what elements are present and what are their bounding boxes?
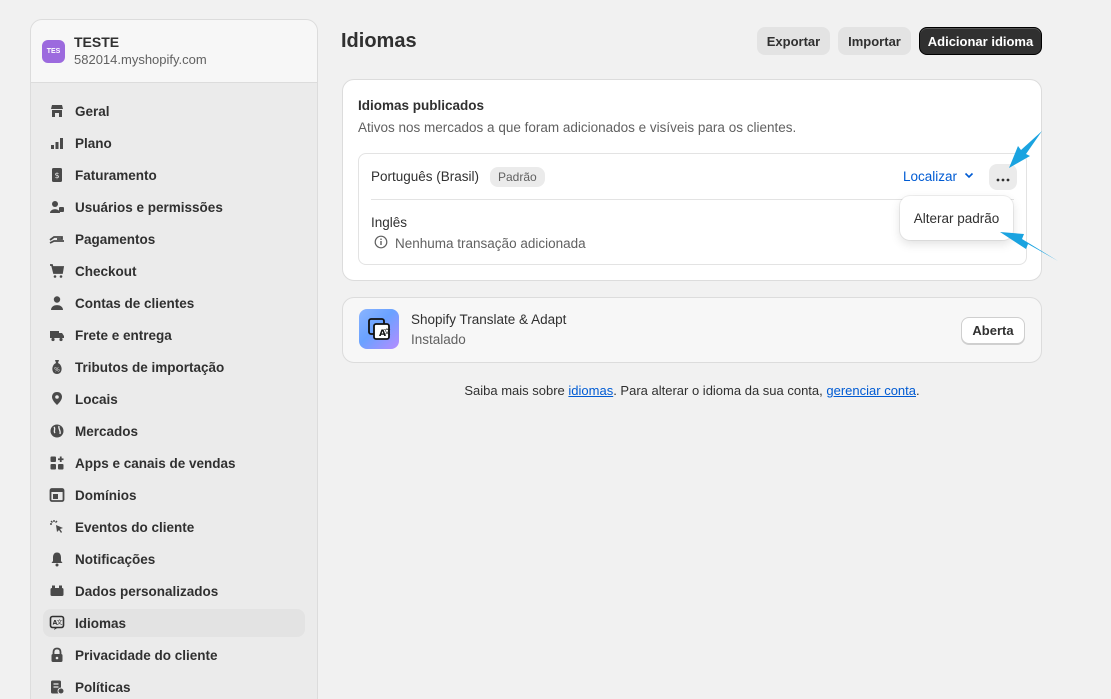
domain-window-icon [49,487,65,503]
translate-app-icon: A文 [359,309,399,349]
sidebar-item-plano[interactable]: Plano [43,129,305,157]
sidebar-item-tributos[interactable]: % Tributos de importação [43,353,305,381]
data-box-icon [49,583,65,599]
sidebar-item-locais[interactable]: Locais [43,385,305,413]
change-default-menu-item[interactable]: Alterar padrão [914,211,1000,226]
card-title: Idiomas publicados [358,98,485,113]
settings-nav: Geral Plano $ Faturamento Usuários e per… [31,83,317,699]
language-warning: Nenhuma transação adicionada [374,235,586,252]
users-icon [49,199,65,215]
open-app-button[interactable]: Aberta [961,317,1025,344]
published-languages-card: Idiomas publicados Ativos nos mercados a… [342,79,1042,281]
sidebar-item-mercados[interactable]: Mercados [43,417,305,445]
sidebar-item-contas[interactable]: Contas de clientes [43,289,305,317]
sidebar-item-apps[interactable]: Apps e canais de vendas [43,449,305,477]
sidebar-item-checkout[interactable]: Checkout [43,257,305,285]
language-name: Inglês [371,215,408,230]
sidebar-item-label: Mercados [75,423,139,439]
localize-label: Localizar [903,169,958,184]
sidebar-item-label: Faturamento [75,167,157,183]
export-button[interactable]: Exportar [757,27,830,55]
sidebar-item-faturamento[interactable]: $ Faturamento [43,161,305,189]
svg-text:%: % [54,367,60,374]
sidebar-item-label: Geral [75,103,110,119]
sidebar-item-label: Locais [75,391,118,407]
languages-help-link[interactable]: idiomas [568,383,613,398]
sidebar-item-label: Dados personalizados [75,583,219,599]
store-icon [49,103,65,119]
app-status: Instalado [411,332,466,347]
sidebar-item-geral[interactable]: Geral [43,97,305,125]
sidebar-item-usuarios[interactable]: Usuários e permissões [43,193,305,221]
apps-grid-icon [49,455,65,471]
sidebar-item-idiomas[interactable]: A文 Idiomas [43,609,305,637]
import-button[interactable]: Importar [838,27,911,55]
sidebar-item-label: Pagamentos [75,231,156,247]
sidebar-item-dominios[interactable]: Domínios [43,481,305,509]
sidebar-item-frete[interactable]: Frete e entrega [43,321,305,349]
sidebar-item-label: Tributos de importação [75,359,225,375]
plan-chart-icon [49,135,65,151]
sidebar-item-pagamentos[interactable]: Pagamentos [43,225,305,253]
sidebar-item-label: Políticas [75,679,131,695]
money-bag-icon: % [49,359,65,375]
annotation-arrow-icon [1000,232,1058,261]
default-badge: Padrão [490,167,545,187]
footer-suffix: . [916,383,920,398]
add-language-button[interactable]: Adicionar idioma [919,27,1042,55]
svg-text:$: $ [54,171,59,180]
globe-icon [49,423,65,439]
cart-icon [49,263,65,279]
more-actions-popover: Alterar padrão [900,196,1013,240]
warning-text: Nenhuma transação adicionada [395,236,586,251]
localize-link[interactable]: Localizar [903,169,975,184]
app-name: Shopify Translate & Adapt [411,312,567,327]
page-title: Idiomas [341,30,417,52]
sidebar-item-label: Plano [75,135,112,151]
footer-prefix: Saiba mais sobre [464,383,569,398]
truck-icon [49,327,65,343]
sidebar-item-label: Notificações [75,551,156,567]
footer-help-text: Saiba mais sobre idiomas. Para alterar o… [342,383,1042,398]
bell-icon [49,551,65,567]
card-subtitle: Ativos nos mercados a que foram adiciona… [358,120,797,135]
sidebar-item-label: Contas de clientes [75,295,195,311]
annotation-arrow-icon [1009,131,1042,168]
sidebar-item-privacidade[interactable]: Privacidade do cliente [43,641,305,669]
store-name: TESTE [74,34,120,50]
store-url: 582014.myshopify.com [74,52,207,67]
sidebar-item-label: Idiomas [75,615,127,631]
sidebar-item-label: Frete e entrega [75,327,172,343]
sidebar-item-label: Privacidade do cliente [75,647,218,663]
sidebar-item-eventos[interactable]: Eventos do cliente [43,513,305,541]
sidebar-item-label: Usuários e permissões [75,199,223,215]
policy-doc-icon [49,679,65,695]
cursor-click-icon [49,519,65,535]
info-icon [374,235,388,252]
sidebar-item-label: Apps e canais de vendas [75,455,236,471]
svg-text:文: 文 [384,327,391,336]
language-name: Português (Brasil) [371,169,480,184]
sidebar-item-label: Checkout [75,263,137,279]
sidebar-item-label: Domínios [75,487,137,503]
language-icon: A文 [49,615,65,631]
person-icon [49,295,65,311]
chevron-down-icon [963,169,975,184]
manage-account-link[interactable]: gerenciar conta [826,383,916,398]
store-header[interactable]: TES TESTE 582014.myshopify.com [31,20,317,83]
translate-app-card: A文 Shopify Translate & Adapt Instalado A… [342,297,1042,363]
footer-middle: . Para alterar o idioma da sua conta, [613,383,827,398]
store-avatar: TES [42,39,65,63]
svg-text:文: 文 [56,619,62,627]
lock-icon [49,647,65,663]
sidebar-item-label: Eventos do cliente [75,519,195,535]
sidebar-item-dados[interactable]: Dados personalizados [43,577,305,605]
sidebar-item-politicas[interactable]: Políticas [43,673,305,699]
sidebar-item-notificacoes[interactable]: Notificações [43,545,305,573]
location-pin-icon [49,391,65,407]
receipt-icon: $ [49,167,65,183]
settings-sidebar: TES TESTE 582014.myshopify.com Geral Pla… [30,19,318,699]
payment-hand-icon [49,231,65,247]
